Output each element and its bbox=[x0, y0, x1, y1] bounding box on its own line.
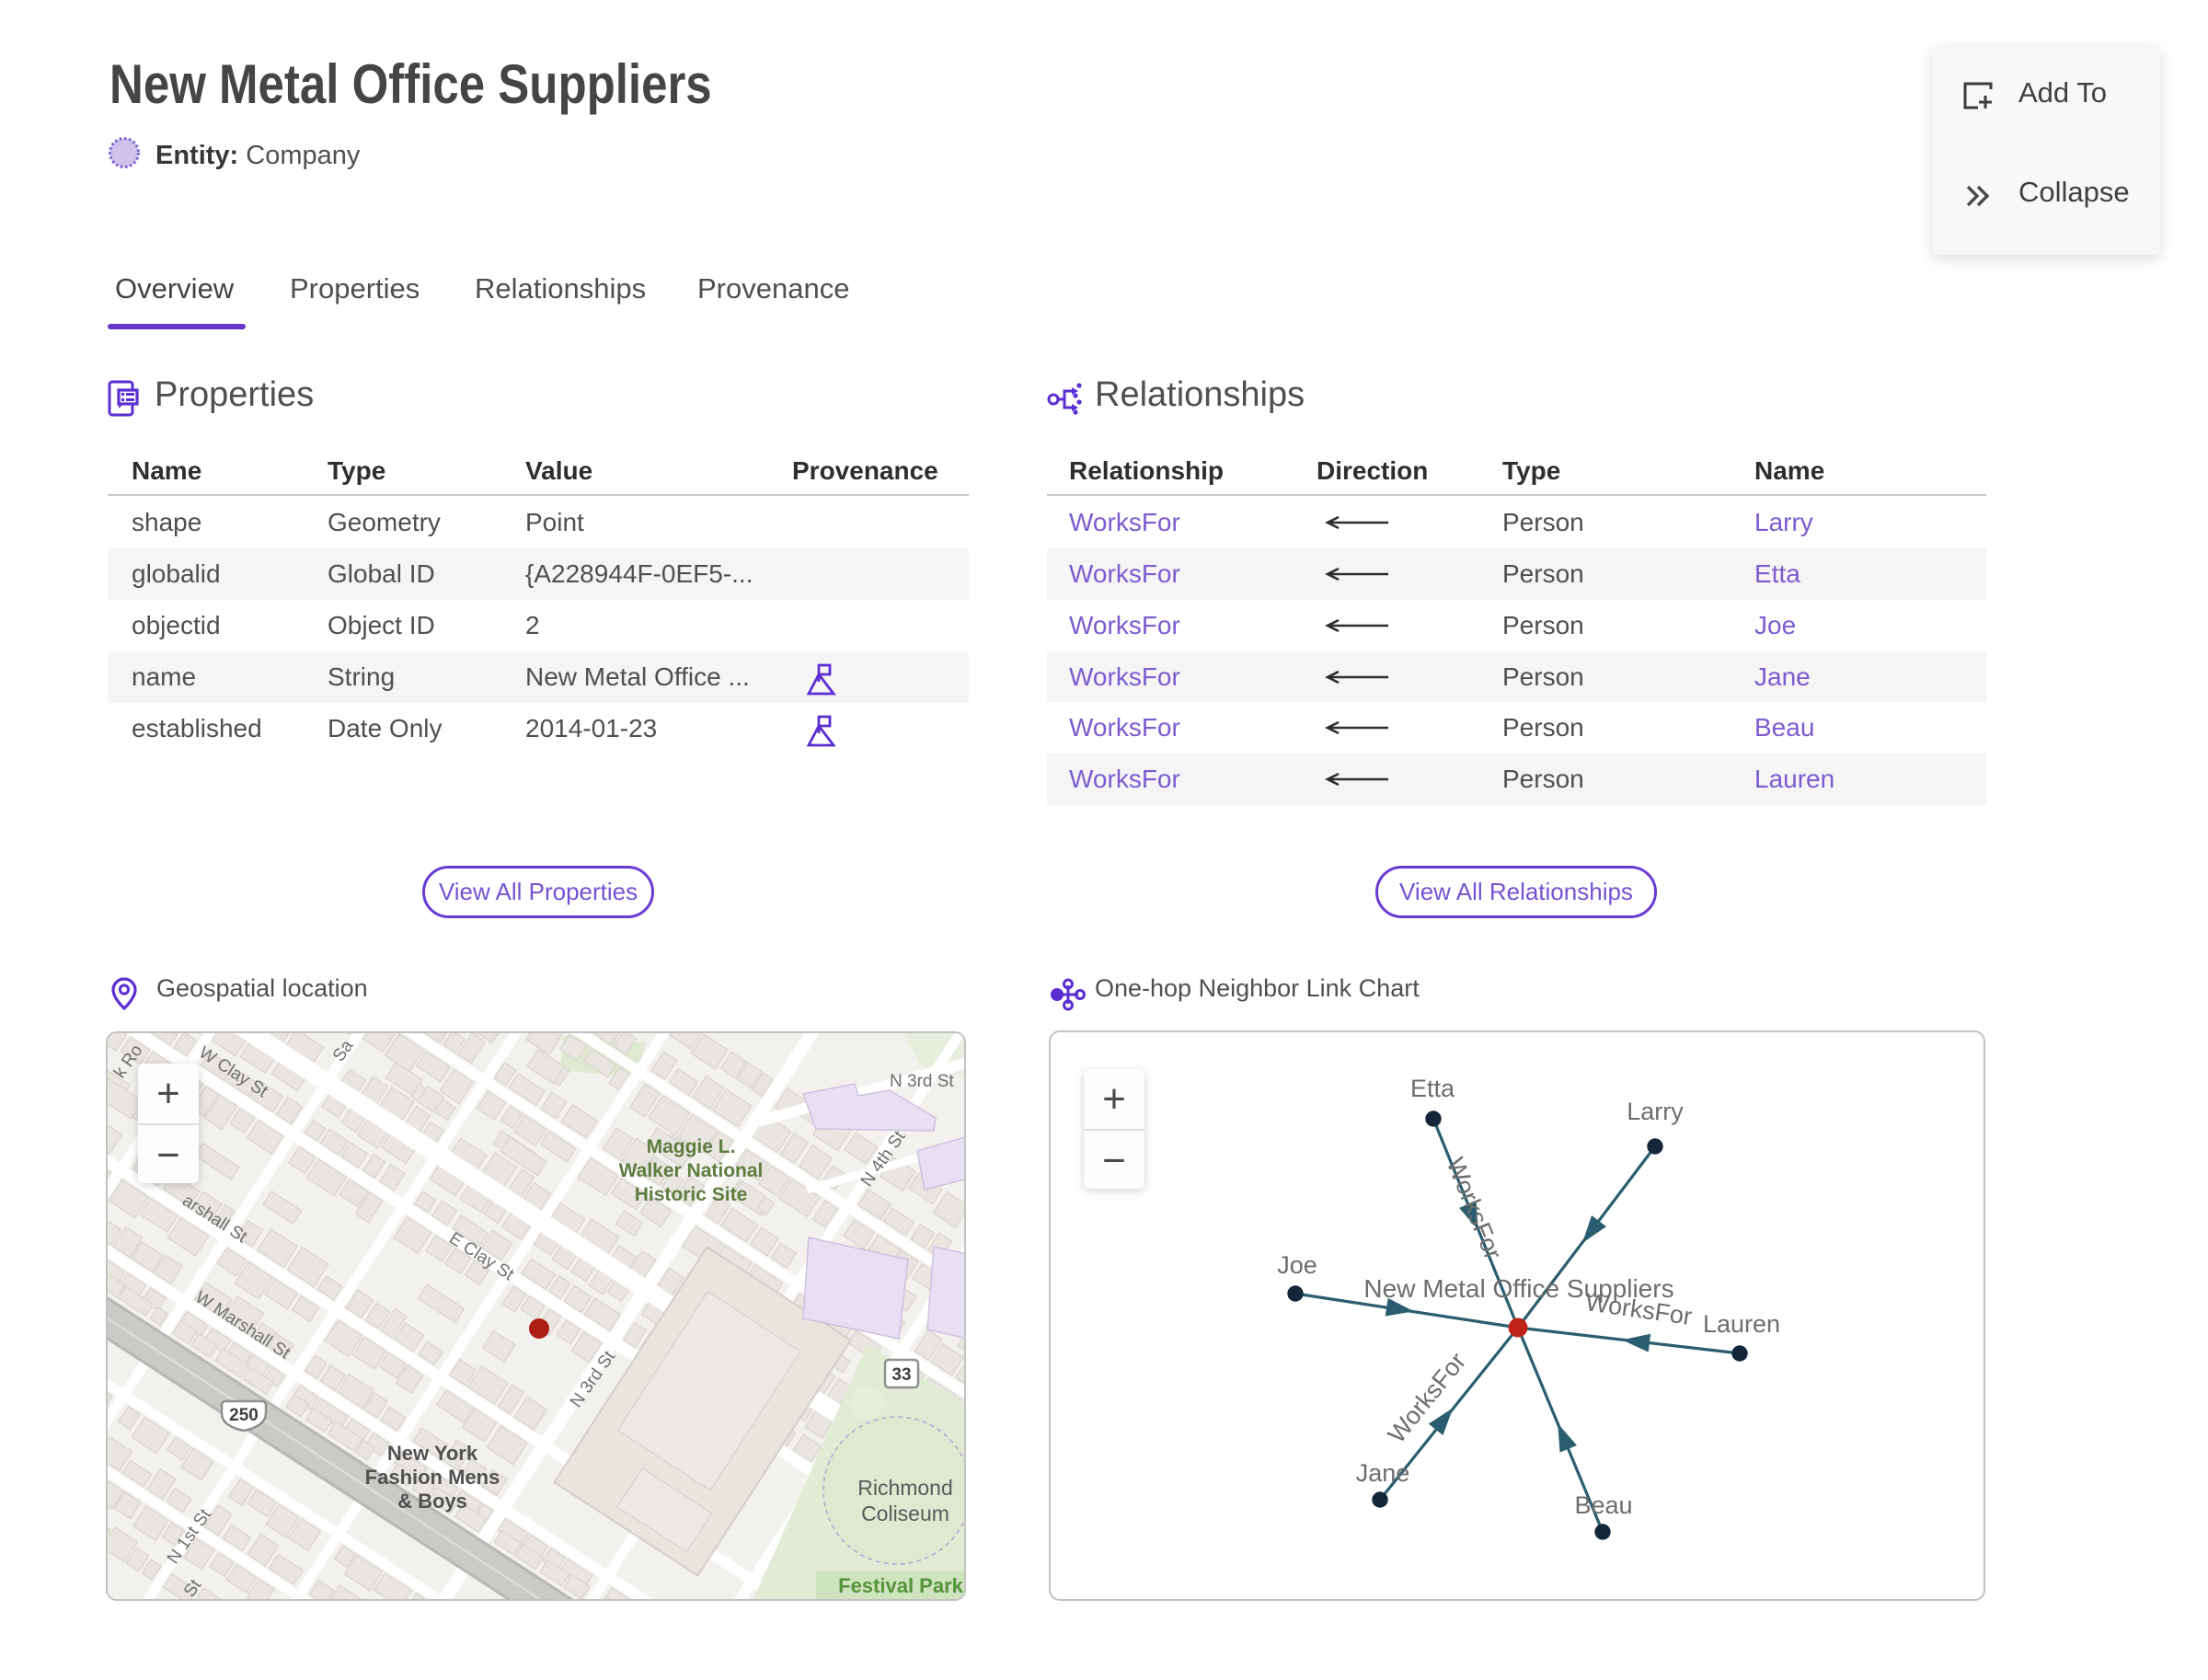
svg-text:N 3rd St: N 3rd St bbox=[890, 1072, 954, 1091]
svg-text:Lauren: Lauren bbox=[1703, 1310, 1780, 1338]
svg-text:Maggie L.: Maggie L. bbox=[647, 1136, 736, 1157]
svg-text:WorksFor: WorksFor bbox=[1383, 1348, 1472, 1448]
svg-text:WorksFor: WorksFor bbox=[1583, 1288, 1694, 1330]
svg-text:33: 33 bbox=[891, 1365, 911, 1385]
svg-text:Joe: Joe bbox=[1277, 1251, 1317, 1279]
svg-text:Jane: Jane bbox=[1356, 1459, 1410, 1487]
svg-text:Walker National: Walker National bbox=[619, 1160, 764, 1181]
svg-text:Coliseum: Coliseum bbox=[861, 1502, 949, 1525]
svg-text:Larry: Larry bbox=[1627, 1098, 1684, 1125]
svg-text:Historic Site: Historic Site bbox=[635, 1184, 748, 1205]
svg-text:250: 250 bbox=[229, 1406, 259, 1425]
svg-text:Fashion Mens: Fashion Mens bbox=[365, 1466, 500, 1489]
svg-text:Festival Park: Festival Park bbox=[838, 1574, 964, 1597]
svg-text:WorksFor: WorksFor bbox=[1442, 1154, 1507, 1263]
svg-text:Richmond: Richmond bbox=[857, 1476, 953, 1500]
svg-text:& Boys: & Boys bbox=[397, 1490, 467, 1513]
svg-text:Etta: Etta bbox=[1410, 1075, 1455, 1102]
svg-text:Beau: Beau bbox=[1574, 1491, 1632, 1519]
svg-text:New York: New York bbox=[387, 1442, 478, 1465]
